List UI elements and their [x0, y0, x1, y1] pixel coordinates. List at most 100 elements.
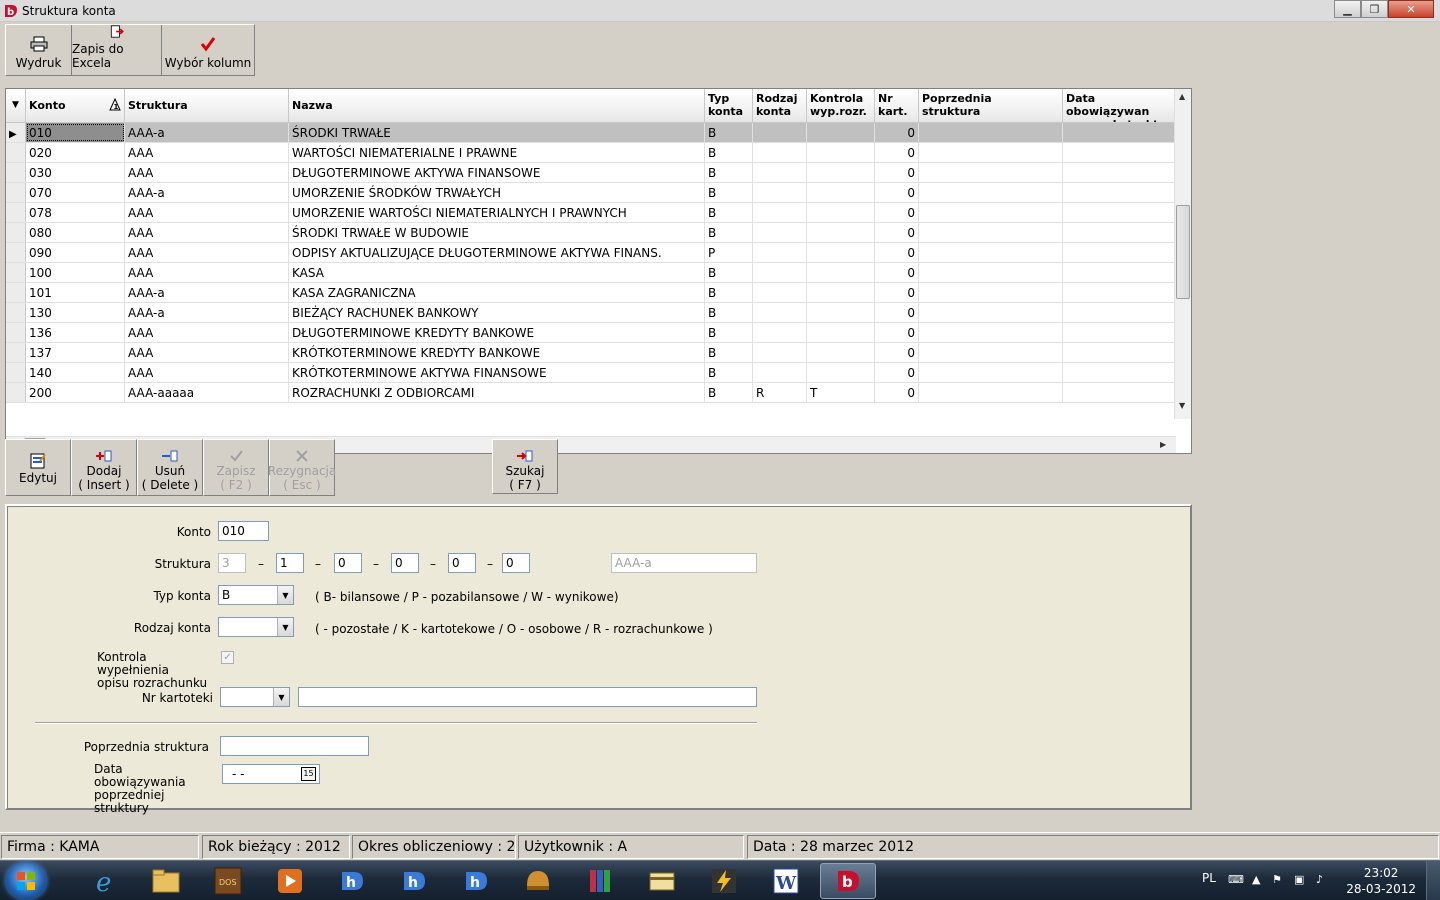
cell-konto[interactable]: 090 — [26, 243, 125, 262]
cell-nr[interactable]: 0 — [875, 303, 919, 322]
cell-nr[interactable]: 0 — [875, 323, 919, 342]
chevron-down-icon[interactable]: ▼ — [277, 586, 293, 604]
cell-rodzaj[interactable] — [753, 283, 807, 302]
keyboard-icon[interactable]: ⌨ — [1228, 873, 1244, 887]
struktura-segment-2[interactable]: 1 — [276, 553, 304, 573]
header-data[interactable]: Data obowiązywan poprzed.struktury — [1063, 89, 1171, 122]
cell-rodzaj[interactable] — [753, 123, 807, 142]
cell-poprz[interactable] — [919, 123, 1063, 142]
taskbar-lightning[interactable] — [696, 863, 752, 899]
cell-poprz[interactable] — [919, 243, 1063, 262]
cell-nr[interactable]: 0 — [875, 143, 919, 162]
scroll-up-icon[interactable]: ▲ — [1179, 92, 1185, 101]
cell-data[interactable] — [1063, 303, 1171, 322]
nr-select[interactable]: ▼ — [220, 687, 290, 707]
taskbar-word[interactable]: W — [758, 863, 814, 899]
taskbar-media[interactable] — [262, 863, 318, 899]
cell-struktura[interactable]: AAA — [125, 343, 289, 362]
row-indicator[interactable] — [6, 343, 26, 362]
cell-struktura[interactable]: AAA — [125, 323, 289, 342]
row-indicator[interactable] — [6, 363, 26, 382]
table-row[interactable]: 136 AAA DŁUGOTERMINOWE KREDYTY BANKOWE B 0 — [6, 323, 1174, 343]
cell-typ[interactable]: B — [705, 223, 753, 242]
cell-data[interactable] — [1063, 383, 1171, 402]
cell-typ[interactable]: B — [705, 343, 753, 362]
cell-konto[interactable]: 200 — [26, 383, 125, 402]
table-row[interactable]: 020 AAA WARTOŚCI NIEMATERIALNE I PRAWNE B 0 — [6, 143, 1174, 163]
cell-konto[interactable]: 070 — [26, 183, 125, 202]
cell-kontrola[interactable] — [807, 343, 875, 362]
row-indicator[interactable] — [6, 163, 26, 182]
cell-typ[interactable]: B — [705, 383, 753, 402]
nr-description-field[interactable] — [298, 687, 757, 707]
cell-rodzaj[interactable] — [753, 223, 807, 242]
cell-typ[interactable]: B — [705, 303, 753, 322]
cell-nr[interactable]: 0 — [875, 223, 919, 242]
cell-data[interactable] — [1063, 223, 1171, 242]
cell-kontrola[interactable] — [807, 183, 875, 202]
struktura-segment-5[interactable]: 0 — [448, 553, 476, 573]
date-field[interactable]: - - 15 — [222, 764, 320, 784]
cell-data[interactable] — [1063, 363, 1171, 382]
cell-konto[interactable]: 030 — [26, 163, 125, 182]
cell-kontrola[interactable] — [807, 243, 875, 262]
cell-poprz[interactable] — [919, 363, 1063, 382]
typ-select[interactable]: B ▼ — [218, 585, 294, 605]
struktura-segment-1[interactable]: 3 — [218, 553, 246, 573]
cell-data[interactable] — [1063, 143, 1171, 162]
cell-rodzaj[interactable] — [753, 203, 807, 222]
chevron-down-icon[interactable]: ▼ — [277, 618, 293, 636]
cell-nr[interactable]: 0 — [875, 243, 919, 262]
start-button[interactable] — [6, 863, 46, 899]
cell-struktura[interactable]: AAA — [125, 203, 289, 222]
language-indicator[interactable]: PL — [1202, 871, 1216, 885]
cell-typ[interactable]: B — [705, 183, 753, 202]
table-row[interactable]: 090 AAA ODPISY AKTUALIZUJĄCE DŁUGOTERMINOW… — [6, 243, 1174, 263]
search-button[interactable]: Szukaj ( F7 ) — [492, 439, 558, 494]
header-nr[interactable]: Nr kart. — [875, 89, 919, 122]
cell-kontrola[interactable] — [807, 143, 875, 162]
cell-konto[interactable]: 136 — [26, 323, 125, 342]
header-kontrola[interactable]: Kontrola wyp.rozr. — [807, 89, 875, 122]
show-desktop-button[interactable] — [1426, 861, 1440, 900]
cell-konto[interactable]: 140 — [26, 363, 125, 382]
taskbar-dosbox[interactable]: DOS — [200, 863, 256, 899]
cell-nazwa[interactable]: KASA ZAGRANICZNA — [289, 283, 705, 302]
konto-field[interactable]: 010 — [218, 521, 269, 541]
cell-nazwa[interactable]: KRÓTKOTERMINOWE KREDYTY BANKOWE — [289, 343, 705, 362]
cell-nr[interactable]: 0 — [875, 203, 919, 222]
cell-nr[interactable]: 0 — [875, 183, 919, 202]
cell-struktura[interactable]: AAA — [125, 223, 289, 242]
taskbar-app-2[interactable]: h — [386, 863, 442, 899]
cell-typ[interactable]: B — [705, 123, 753, 142]
cell-nazwa[interactable]: UMORZENIE ŚRODKÓW TRWAŁYCH — [289, 183, 705, 202]
table-row[interactable]: 130 AAA-a BIEŻĄCY RACHUNEK BANKOWY B 0 — [6, 303, 1174, 323]
row-indicator[interactable] — [6, 383, 26, 402]
table-row[interactable]: 137 AAA KRÓTKOTERMINOWE KREDYTY BANKOWE B 0 — [6, 343, 1174, 363]
taskbar-ie[interactable]: e — [78, 863, 134, 899]
cell-struktura[interactable]: AAA — [125, 263, 289, 282]
cell-konto[interactable]: 137 — [26, 343, 125, 362]
header-rodzaj[interactable]: Rodzaj konta — [753, 89, 807, 122]
chevron-up-icon[interactable]: ▲ — [1252, 873, 1266, 887]
cell-nr[interactable]: 0 — [875, 363, 919, 382]
row-indicator[interactable] — [6, 203, 26, 222]
table-row[interactable]: 030 AAA DŁUGOTERMINOWE AKTYWA FINANSOWE B 0 — [6, 163, 1174, 183]
cell-kontrola[interactable] — [807, 123, 875, 142]
kontrola-checkbox[interactable]: ✓ — [221, 651, 234, 664]
cell-kontrola[interactable]: T — [807, 383, 875, 402]
vertical-scroll-thumb[interactable] — [1176, 205, 1190, 299]
header-nazwa[interactable]: Nazwa — [289, 89, 705, 122]
table-row[interactable]: 101 AAA-a KASA ZAGRANICZNA B 0 — [6, 283, 1174, 303]
cell-kontrola[interactable] — [807, 223, 875, 242]
flag-icon[interactable]: ⚑ — [1272, 873, 1286, 887]
cell-kontrola[interactable] — [807, 363, 875, 382]
cell-nazwa[interactable]: DŁUGOTERMINOWE AKTYWA FINANSOWE — [289, 163, 705, 182]
vertical-scrollbar[interactable]: ▲ ▼ — [1174, 89, 1191, 419]
cell-konto[interactable]: 080 — [26, 223, 125, 242]
cell-kontrola[interactable] — [807, 163, 875, 182]
cell-typ[interactable]: B — [705, 283, 753, 302]
cell-rodzaj[interactable]: R — [753, 383, 807, 402]
table-row[interactable]: 078 AAA UMORZENIE WARTOŚCI NIEMATERIALNYCH… — [6, 203, 1174, 223]
cell-nr[interactable]: 0 — [875, 163, 919, 182]
